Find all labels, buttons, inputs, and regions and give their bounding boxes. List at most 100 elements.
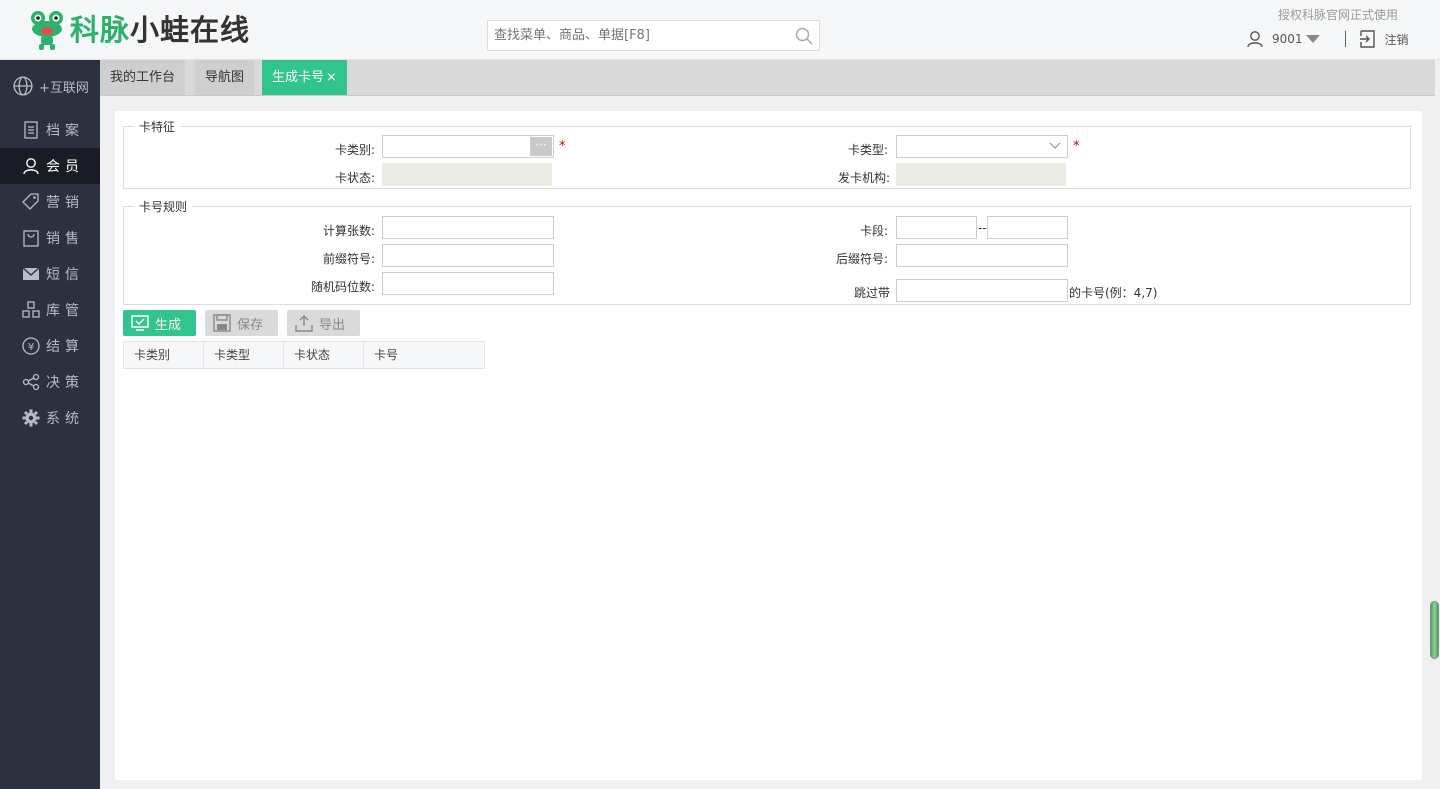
save-button[interactable]: 保存: [205, 310, 278, 336]
gear-icon: [22, 409, 40, 427]
random-digits-label: 随机码位数:: [310, 280, 375, 294]
random-digits-input[interactable]: [382, 272, 554, 295]
skip-example: 的卡号(例：4,7): [1069, 286, 1158, 300]
share-icon: [22, 373, 40, 391]
sidebar-item-label: 系统: [46, 411, 84, 427]
skip-label: 跳过带: [853, 286, 890, 300]
tab-generate-card-number[interactable]: 生成卡号 ×: [262, 60, 347, 95]
sidebar-item-sms[interactable]: 短信: [0, 256, 100, 292]
yen-icon: ¥: [22, 337, 40, 355]
sidebar: +互联网 档案 会员 营销 销售 短信 库管 ¥ 结算 决策 系统: [0, 60, 100, 789]
monitor-check-icon: [131, 315, 149, 331]
svg-text:¥: ¥: [28, 342, 34, 353]
tab-label: 生成卡号: [272, 70, 325, 85]
logo-product: 小蛙在线: [130, 13, 251, 47]
globe-icon: [13, 76, 33, 96]
global-search: [487, 20, 820, 51]
suffix-input[interactable]: [896, 244, 1068, 267]
card-rules-legend: 卡号规则: [139, 200, 188, 214]
sidebar-item-sales[interactable]: 销售: [0, 220, 100, 256]
app-header: 科脉小蛙在线 授权科脉官网正式使用 9001 注销: [0, 0, 1440, 60]
user-icon: [23, 158, 39, 175]
file-icon: [24, 121, 38, 139]
logout-icon[interactable]: [1359, 30, 1376, 48]
issuer-field: [896, 163, 1066, 186]
suffix-label: 后缀符号:: [835, 252, 888, 266]
column-header[interactable]: 卡号: [364, 342, 484, 368]
sidebar-item-marketing[interactable]: 营销: [0, 184, 100, 220]
sidebar-item-settlement[interactable]: ¥ 结算: [0, 328, 100, 364]
chevron-down-icon: [1049, 142, 1061, 149]
export-label: 导出: [319, 317, 346, 333]
user-id[interactable]: 9001: [1272, 32, 1303, 46]
caret-down-icon[interactable]: [1305, 34, 1321, 44]
card-type-label: 卡类型:: [847, 143, 888, 157]
required-mark: *: [1073, 139, 1080, 154]
segment-separator: --: [978, 221, 987, 235]
main-content: 卡特征 卡类别: ··· * 卡类型: * 卡状态: 发卡机构: 卡号规则 计算…: [115, 111, 1422, 780]
tab-label: 我的工作台: [110, 70, 176, 85]
sidebar-item-label: 销售: [46, 231, 84, 247]
export-button[interactable]: 导出: [287, 310, 360, 336]
tab-bar: 我的工作台 导航图 生成卡号 ×: [100, 60, 1435, 96]
generate-label: 生成: [155, 317, 182, 333]
card-table-header: 卡类别 卡类型 卡状态 卡号: [123, 341, 485, 369]
sidebar-item-label: 结算: [46, 339, 84, 355]
sidebar-item-label: +互联网: [39, 80, 89, 96]
save-icon: [213, 314, 231, 332]
segment-label: 卡段:: [859, 224, 888, 238]
sidebar-item-label: 决策: [46, 375, 84, 391]
column-header[interactable]: 卡状态: [284, 342, 364, 368]
column-header[interactable]: 卡类型: [204, 342, 284, 368]
logo[interactable]: 科脉小蛙在线: [28, 8, 250, 52]
card-category-field[interactable]: ···: [382, 135, 554, 158]
scrollbar-handle[interactable]: [1430, 601, 1439, 659]
sidebar-item-decision[interactable]: 决策: [0, 364, 100, 400]
tab-label: 导航图: [205, 70, 245, 85]
prefix-input[interactable]: [382, 244, 554, 267]
sidebar-item-system[interactable]: 系统: [0, 400, 100, 436]
mail-icon: [22, 267, 40, 280]
tab-workbench[interactable]: 我的工作台: [100, 60, 186, 95]
logout-button[interactable]: 注销: [1385, 31, 1409, 48]
user-icon: [1247, 31, 1263, 48]
more-icon[interactable]: ···: [530, 137, 552, 156]
sidebar-item-internet[interactable]: +互联网: [0, 60, 100, 112]
upload-icon: [295, 315, 313, 332]
search-input[interactable]: [488, 21, 783, 50]
user-area: 9001 注销: [1246, 28, 1409, 50]
logo-brand: 科脉: [70, 13, 131, 47]
prefix-label: 前缀符号:: [322, 252, 375, 266]
frog-logo-icon: [31, 11, 63, 50]
tag-icon: [22, 193, 39, 210]
sidebar-item-inventory[interactable]: 库管: [0, 292, 100, 328]
generate-button[interactable]: 生成: [123, 310, 196, 336]
tab-close-icon[interactable]: ×: [326, 70, 337, 85]
sidebar-item-archive[interactable]: 档案: [0, 112, 100, 148]
issuer-label: 发卡机构:: [837, 171, 890, 185]
card-category-label: 卡类别:: [334, 143, 375, 157]
search-icon[interactable]: [795, 27, 813, 45]
header-divider: [1344, 31, 1346, 47]
sidebar-item-member[interactable]: 会员: [0, 148, 100, 184]
card-status-label: 卡状态:: [334, 171, 375, 185]
count-input[interactable]: [382, 216, 554, 239]
sidebar-item-label: 营销: [46, 195, 84, 211]
sidebar-item-label: 短信: [46, 267, 84, 283]
tab-navigation[interactable]: 导航图: [195, 60, 255, 95]
count-label: 计算张数:: [322, 224, 375, 238]
warehouse-icon: [22, 301, 40, 318]
card-features-legend: 卡特征: [139, 120, 176, 134]
card-status-field: [382, 163, 552, 186]
card-type-select[interactable]: [896, 135, 1068, 158]
skip-input[interactable]: [896, 279, 1068, 302]
auth-notice: 授权科脉官网正式使用: [1277, 8, 1398, 22]
save-label: 保存: [237, 317, 264, 333]
required-mark: *: [559, 139, 566, 154]
sidebar-item-label: 档案: [46, 123, 84, 139]
sidebar-item-label: 会员: [46, 159, 84, 175]
sidebar-item-label: 库管: [46, 303, 84, 319]
column-header[interactable]: 卡类别: [124, 342, 204, 368]
segment-start-input[interactable]: [896, 216, 977, 239]
segment-end-input[interactable]: [987, 216, 1068, 239]
